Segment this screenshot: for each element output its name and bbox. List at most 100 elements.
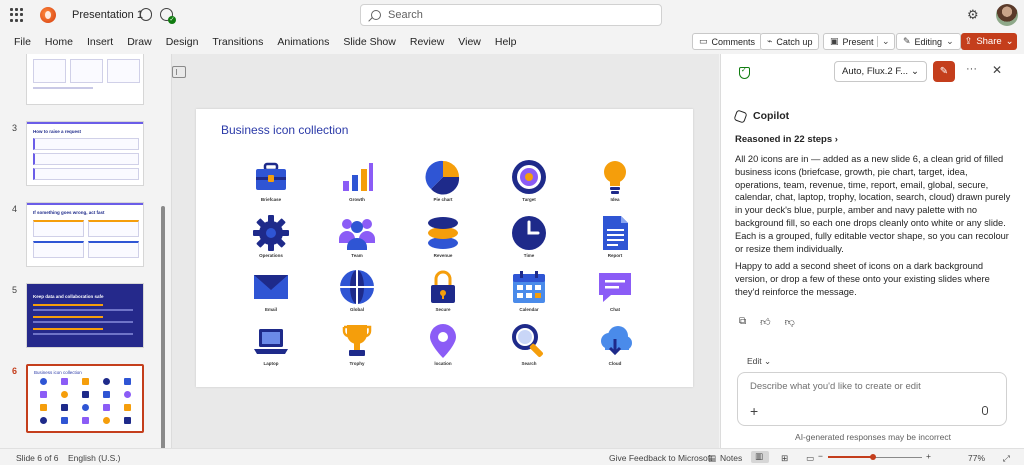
app-launcher-icon[interactable] — [10, 8, 24, 22]
icon-label: Idea — [610, 197, 620, 202]
tab-insert[interactable]: Insert — [87, 36, 113, 48]
pie-chart-icon-cell[interactable]: Pie chart — [413, 159, 473, 209]
reasoning-steps-toggle[interactable]: Reasoned in 22 steps › — [735, 134, 838, 145]
thumbnail-preview[interactable]: Keep data and collaboration safe — [26, 283, 144, 348]
model-selector[interactable]: Auto, Flux.2 F... ⌄ — [834, 61, 927, 82]
thumbnail-preview[interactable] — [26, 54, 144, 105]
powerpoint-logo-icon[interactable] — [40, 7, 56, 23]
editing-mode-button[interactable]: ✎ Editing ⌄ — [896, 33, 961, 50]
microphone-icon[interactable] — [982, 406, 988, 415]
slide-number: 5 — [12, 285, 18, 295]
idea-icon-cell[interactable]: Idea — [585, 159, 645, 209]
collapse-panel-icon[interactable] — [172, 66, 186, 78]
thumbnail-icon — [82, 417, 89, 424]
slide-editor[interactable]: Business icon collection Briefcase Growt… — [171, 54, 719, 448]
tab-draw[interactable]: Draw — [127, 36, 152, 48]
notes-button[interactable]: Notes — [720, 453, 742, 463]
zoom-slider-handle[interactable] — [870, 454, 876, 460]
secure-icon-cell[interactable]: Secure — [413, 269, 473, 319]
search-input[interactable]: Search — [360, 4, 662, 26]
chat-icon-cell[interactable]: Chat — [585, 269, 645, 319]
trophy-icon-cell[interactable]: Trophy — [327, 323, 387, 373]
settings-gear-icon[interactable]: ⚙ — [967, 8, 979, 22]
operations-icon — [253, 215, 289, 251]
thumbnail-icon — [124, 417, 131, 424]
tab-help[interactable]: Help — [495, 36, 517, 48]
tab-review[interactable]: Review — [410, 36, 444, 48]
present-button[interactable]: ▣ Present ⌄ — [823, 33, 895, 50]
comments-button[interactable]: ▭ Comments — [692, 33, 763, 50]
thumbnail-preview[interactable]: If something goes wrong, act fast — [26, 202, 144, 267]
prompt-input[interactable]: Describe what you'd like to create or ed… — [737, 372, 1007, 426]
more-options-icon[interactable]: ··· — [966, 63, 977, 75]
thumbs-up-icon[interactable]: 👍︎ — [760, 316, 770, 328]
reading-view-icon[interactable]: ▭ — [806, 453, 814, 464]
zoom-in-icon[interactable]: + — [926, 451, 931, 461]
tab-transitions[interactable]: Transitions — [212, 36, 263, 48]
close-icon[interactable]: ✕ — [992, 63, 1002, 77]
slide-title[interactable]: Business icon collection — [221, 123, 348, 137]
icon-label: Laptop — [263, 361, 279, 366]
team-icon-cell[interactable]: Team — [327, 215, 387, 265]
catch-up-icon: ⌁ — [767, 36, 773, 46]
tab-view[interactable]: View — [458, 36, 481, 48]
feedback-link[interactable]: Give Feedback to Microsoft — [609, 453, 712, 463]
thumbnails-scrollbar[interactable] — [161, 206, 165, 448]
tab-file[interactable]: File — [14, 36, 31, 48]
document-title[interactable]: Presentation 1 — [72, 9, 143, 21]
thumbnail-icon — [40, 378, 47, 385]
slide-count: Slide 6 of 6 — [16, 453, 59, 463]
chevron-down-icon: ⌄ — [764, 356, 772, 366]
share-button[interactable]: ⇪ Share ⌄ — [961, 33, 1017, 50]
chevron-down-icon[interactable]: ⌄ — [877, 36, 890, 47]
briefcase-icon-cell[interactable]: Briefcase — [241, 159, 301, 209]
slide-canvas[interactable]: Business icon collection Briefcase Growt… — [196, 109, 693, 387]
pencil-icon: ✎ — [903, 36, 911, 46]
report-icon — [603, 216, 628, 250]
email-icon-cell[interactable]: Email — [241, 269, 301, 319]
catch-up-button[interactable]: ⌁ Catch up — [760, 33, 820, 50]
thumbs-down-icon[interactable]: 👎︎ — [785, 316, 795, 328]
tab-home[interactable]: Home — [45, 36, 73, 48]
report-icon-cell[interactable]: Report — [585, 215, 645, 265]
calendar-icon-cell[interactable]: Calendar — [499, 269, 559, 319]
operations-icon-cell[interactable]: Operations — [241, 215, 301, 265]
growth-icon-cell[interactable]: Growth — [327, 159, 387, 209]
fit-to-window-icon[interactable]: ⤢ — [1003, 453, 1010, 464]
search-icon-cell[interactable]: Search — [499, 323, 559, 373]
sensitivity-shield-icon[interactable] — [140, 8, 152, 21]
icon-label: Briefcase — [260, 197, 282, 202]
icon-label: Secure — [435, 307, 451, 312]
slide-thumbnails-pane[interactable]: 3 How to raise a request 4 If something … — [0, 54, 170, 448]
location-icon-cell[interactable]: location — [413, 323, 473, 373]
add-attachment-icon[interactable]: + — [750, 403, 758, 419]
user-avatar[interactable] — [996, 4, 1018, 26]
icon-label: Cloud — [608, 361, 622, 366]
icon-label: Revenue — [433, 253, 453, 258]
tab-slide-show[interactable]: Slide Show — [343, 36, 396, 48]
target-icon-cell[interactable]: Target — [499, 159, 559, 209]
time-icon-cell[interactable]: Time — [499, 215, 559, 265]
editing-label: Editing — [914, 36, 943, 47]
zoom-out-icon[interactable]: − — [818, 451, 823, 461]
tab-design[interactable]: Design — [166, 36, 199, 48]
secure-icon — [431, 270, 455, 303]
edit-mode-dropdown[interactable]: Edit ⌄ — [747, 356, 771, 367]
copilot-title: Copilot — [753, 110, 790, 122]
language-indicator[interactable]: English (U.S.) — [68, 453, 120, 463]
cloud-icon-cell[interactable]: Cloud — [585, 323, 645, 373]
copy-icon[interactable]: ⧉ — [739, 316, 746, 328]
search-placeholder: Search — [388, 9, 423, 21]
laptop-icon-cell[interactable]: Laptop — [241, 323, 301, 373]
new-chat-button[interactable]: ✎ — [933, 61, 955, 82]
chevron-down-icon: ⌄ — [1005, 36, 1014, 47]
zoom-level[interactable]: 77% — [968, 453, 985, 463]
revenue-icon-cell[interactable]: Revenue — [413, 215, 473, 265]
slide-sorter-icon[interactable]: ⊞ — [781, 453, 788, 464]
saved-status-icon[interactable] — [160, 8, 176, 24]
thumbnail-preview[interactable]: Business icon collection — [26, 364, 144, 433]
thumbnail-preview[interactable]: How to raise a request — [26, 121, 144, 186]
tab-animations[interactable]: Animations — [277, 36, 329, 48]
global-icon-cell[interactable]: Global — [327, 269, 387, 319]
protection-shield-icon[interactable] — [739, 66, 750, 79]
